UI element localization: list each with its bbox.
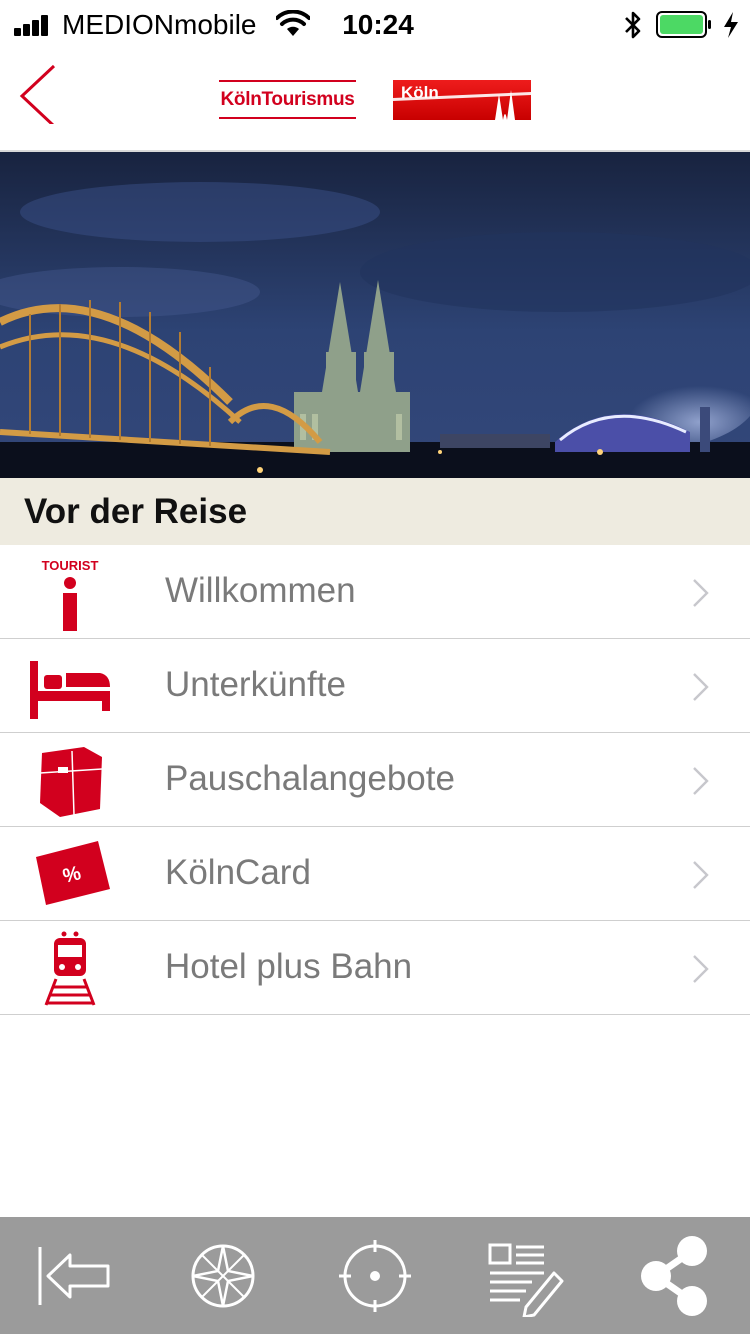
chevron-right-icon — [693, 673, 709, 701]
status-time: 10:24 — [342, 9, 414, 40]
bottom-toolbar — [0, 1217, 750, 1334]
tourist-info-icon: TOURIST — [42, 558, 99, 631]
battery-icon — [656, 11, 711, 38]
section-header: Vor der Reise — [0, 478, 750, 545]
svg-text:TOURIST: TOURIST — [42, 558, 99, 573]
compass-button[interactable] — [178, 1235, 268, 1317]
navigation-bar: KölnTourismus Köln — [0, 50, 750, 152]
back-chevron-icon[interactable] — [16, 62, 60, 124]
menu-item-willkommen[interactable]: TOURIST Willkommen — [0, 545, 750, 639]
charging-bolt-icon — [724, 12, 738, 38]
back-to-start-icon — [38, 1247, 110, 1305]
bed-icon — [30, 661, 110, 719]
menu-item-label: Unterkünfte — [165, 665, 346, 704]
hero-image — [0, 152, 750, 478]
menu-item-unterkuenfte[interactable]: Unterkünfte — [0, 639, 750, 733]
share-button[interactable] — [632, 1235, 722, 1317]
section-title: Vor der Reise — [24, 492, 248, 531]
chevron-right-icon — [693, 861, 709, 889]
status-bar: MEDIONmobile 10:24 — [0, 0, 750, 50]
menu-item-pauschalangebote[interactable]: Pauschalangebote — [0, 733, 750, 827]
locate-button[interactable] — [330, 1235, 420, 1317]
menu-item-label: Hotel plus Bahn — [165, 947, 413, 986]
back-to-start-button[interactable] — [30, 1235, 120, 1317]
share-icon — [641, 1236, 707, 1316]
locate-icon — [339, 1240, 411, 1312]
menu-item-hotel-plus-bahn[interactable]: Hotel plus Bahn — [0, 921, 750, 1015]
notes-edit-icon — [488, 1243, 564, 1319]
menu-item-label: KölnCard — [165, 853, 311, 892]
koeln-logo: Köln — [393, 80, 531, 120]
chevron-right-icon — [693, 767, 709, 795]
discount-card-icon: % — [36, 841, 110, 905]
bluetooth-icon — [625, 11, 641, 39]
chevron-right-icon — [693, 955, 709, 983]
package-icon — [39, 747, 103, 817]
compass-icon — [191, 1244, 255, 1308]
menu-list: TOURIST Willkommen Unterkünfte Pauschala… — [0, 545, 750, 1015]
train-icon — [44, 931, 96, 1006]
koelntourismus-logo: KölnTourismus — [219, 79, 356, 121]
menu-item-label: Pauschalangebote — [165, 759, 455, 798]
notes-button[interactable] — [480, 1235, 570, 1319]
chevron-right-icon — [693, 579, 709, 607]
menu-item-label: Willkommen — [165, 571, 356, 610]
menu-item-koelncard[interactable]: % KölnCard — [0, 827, 750, 921]
